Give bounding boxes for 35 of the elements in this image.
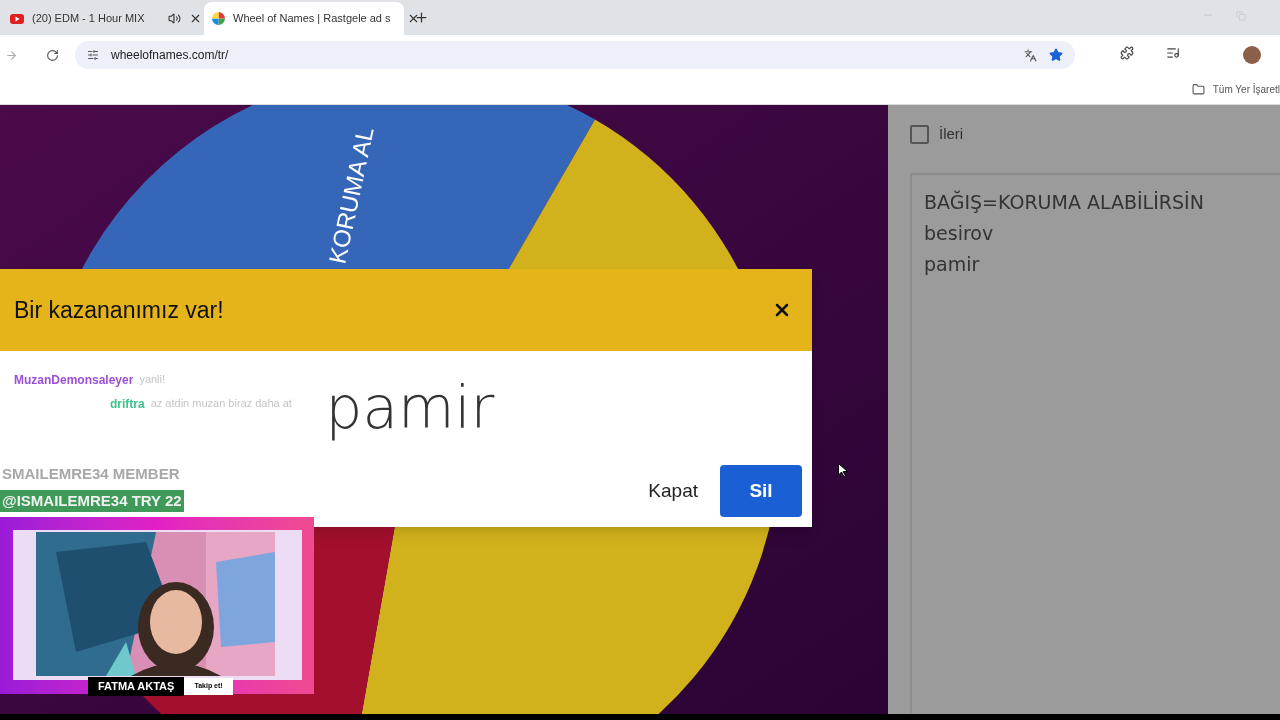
alert-text: @ISMAILEMRE34 TRY 22 <box>0 489 184 512</box>
bookmark-star-icon[interactable] <box>1049 48 1063 62</box>
wheel-label: KORUMA AL <box>323 124 379 267</box>
site-settings-icon[interactable] <box>87 49 99 61</box>
entry-text: pamir <box>924 251 981 277</box>
tab-title: (20) EDM - 1 Hour MIX <box>32 11 145 27</box>
entry-text: BAĞIŞ=KORUMA ALABİLİRSİN <box>924 189 1205 215</box>
cursor-icon <box>838 463 848 478</box>
bookmark-folder[interactable]: Tüm Yer İşaretl <box>1212 82 1280 97</box>
folder-icon <box>1191 83 1205 96</box>
alert-text: SMAILEMRE34 MEMBER <box>1 464 181 484</box>
chat-username: driftra <box>110 396 145 413</box>
entry-text: besirov <box>924 220 995 246</box>
dialog-title: Bir kazananımız var! <box>14 295 224 325</box>
media-icon[interactable] <box>1166 46 1180 60</box>
reload-icon[interactable] <box>46 48 59 62</box>
close-button[interactable]: Kapat <box>638 465 708 517</box>
streamer-name: FATMA AKTAŞ <box>88 677 185 696</box>
video-icon <box>10 13 24 24</box>
address-bar[interactable]: wheelofnames.com/tr/ <box>75 41 1075 69</box>
browser-tab[interactable]: (20) EDM - 1 Hour MIX <box>2 2 202 35</box>
delete-button[interactable]: Sil <box>720 465 802 517</box>
option-label: İleri <box>939 124 964 144</box>
chat-message: az atdin muzan biraz daha at <box>150 396 292 411</box>
url-text: wheelofnames.com/tr/ <box>111 47 229 64</box>
tab-title: Wheel of Names | Rastgele ad s <box>233 11 391 27</box>
winner-name: pamir <box>325 373 495 443</box>
speaker-icon[interactable] <box>168 12 182 25</box>
chat-username: MuzanDemonsaleyer <box>14 372 134 389</box>
new-tab-icon[interactable] <box>414 10 429 25</box>
translate-icon[interactable] <box>1024 48 1037 62</box>
chat-message: yanli! <box>139 372 166 387</box>
wheel-logo-icon <box>212 12 225 25</box>
checkbox[interactable] <box>910 124 929 144</box>
extensions-icon[interactable] <box>1120 46 1134 60</box>
